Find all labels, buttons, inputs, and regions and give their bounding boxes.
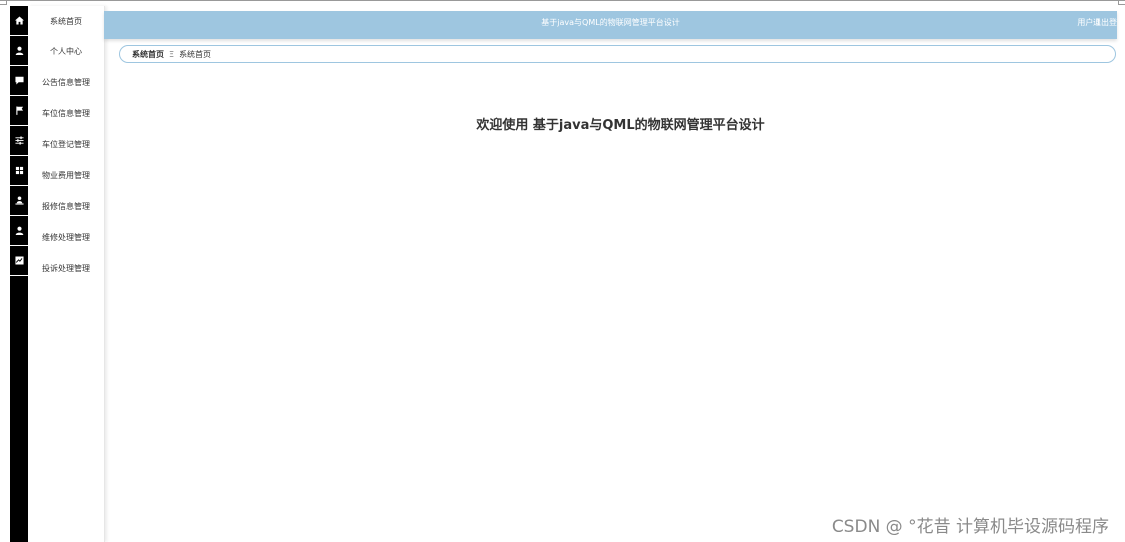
sidebar-icon-cell[interactable]: [10, 96, 28, 126]
breadcrumb-current: 系统首页: [179, 49, 212, 59]
chat-icon: [14, 76, 24, 85]
sidebar-item-repair-info[interactable]: 报修信息管理: [28, 191, 104, 222]
welcome-heading: 欢迎使用 基于java与QML的物联网管理平台设计: [476, 118, 765, 133]
breadcrumb: 系统首页 Ξ 系统首页: [119, 45, 1116, 63]
sidebar-item-parking-registration[interactable]: 车位登记管理: [28, 129, 104, 160]
sidebar-icon-rail: [10, 6, 28, 542]
sidebar-icon-cell[interactable]: [10, 126, 28, 156]
sidebar-item-maintenance[interactable]: 维修处理管理: [28, 222, 104, 253]
top-header: 基于java与QML的物联网管理平台设计 用户 1 退出登录: [104, 11, 1117, 39]
breadcrumb-separator: Ξ: [169, 49, 175, 59]
sidebar-icon-cell[interactable]: [10, 246, 28, 276]
sidebar-menu: 系统首页 个人中心 公告信息管理 车位信息管理 车位登记管理 物业费用管理 报修…: [28, 6, 105, 542]
sidebar-icon-cell[interactable]: [10, 66, 28, 96]
sidebar-icon-cell[interactable]: [10, 156, 28, 186]
sliders-icon: [14, 136, 24, 145]
logout-link[interactable]: 退出登录: [1093, 11, 1117, 35]
flag-icon: [15, 106, 23, 115]
watermark: CSDN @ °花昔 计算机毕设源码程序: [831, 517, 1109, 537]
app-title: 基于java与QML的物联网管理平台设计: [541, 18, 680, 27]
sidebar-item-complaints[interactable]: 投诉处理管理: [28, 253, 104, 284]
window-top-border: [0, 0, 1125, 5]
person-icon: [15, 226, 23, 235]
sidebar-item-announcements[interactable]: 公告信息管理: [28, 67, 104, 98]
sidebar-icon-cell[interactable]: [10, 186, 28, 216]
sidebar-icon-cell[interactable]: [10, 36, 28, 66]
breadcrumb-home[interactable]: 系统首页: [132, 49, 164, 60]
sidebar-icon-cell[interactable]: [10, 216, 28, 246]
sidebar-icon-cell[interactable]: [10, 6, 28, 36]
chart-icon: [14, 256, 24, 265]
person-icon: [15, 46, 23, 55]
sidebar-item-home[interactable]: 系统首页: [28, 6, 104, 36]
sidebar-item-parking-info[interactable]: 车位信息管理: [28, 98, 104, 129]
sidebar-item-profile[interactable]: 个人中心: [28, 36, 104, 67]
sidebar-item-property-fees[interactable]: 物业费用管理: [28, 160, 104, 191]
grid-icon: [15, 166, 23, 175]
person-desk-icon: [14, 196, 24, 205]
home-icon: [14, 16, 24, 25]
